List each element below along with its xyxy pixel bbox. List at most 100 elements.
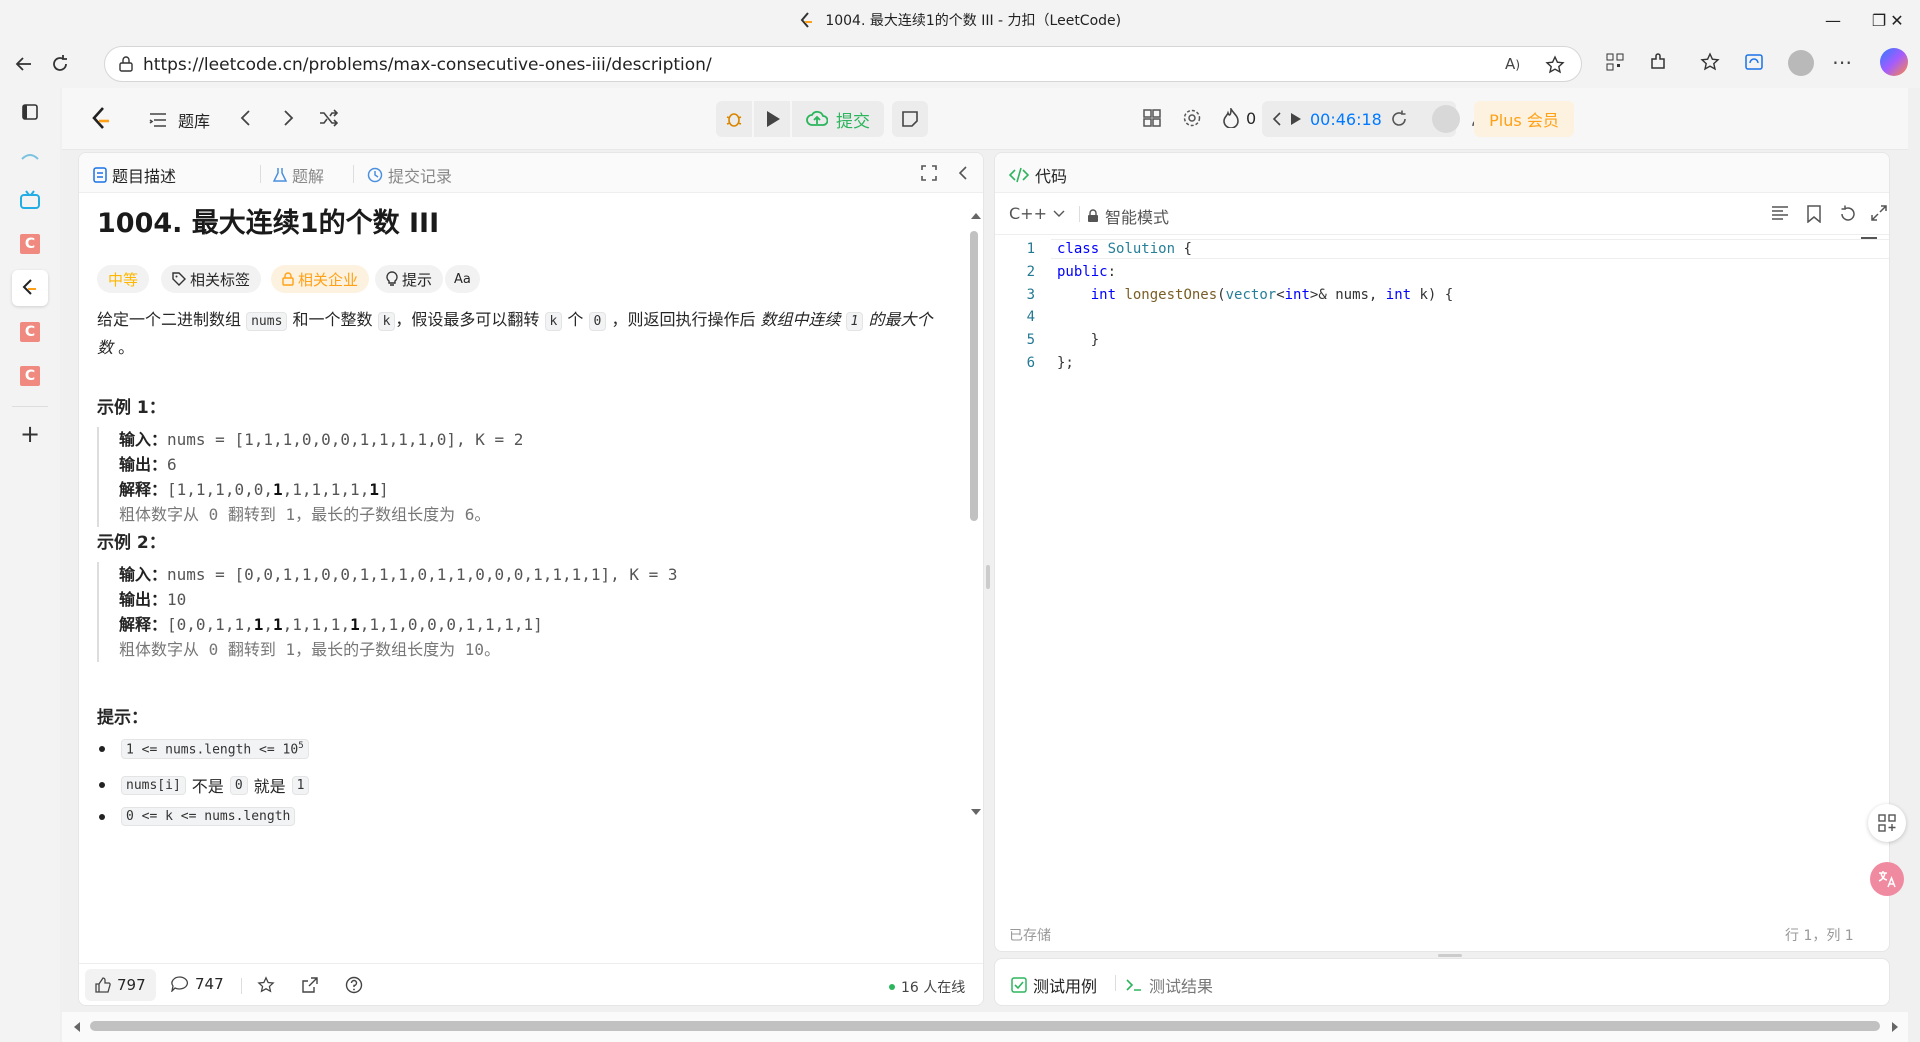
user-avatar[interactable] xyxy=(1432,105,1460,133)
hints-title: 提示： xyxy=(97,708,148,728)
edge-collections-icon[interactable] xyxy=(1744,52,1764,72)
problem-footer: 797 747 16 人在线 xyxy=(79,963,983,1005)
address-bar[interactable]: https://leetcode.cn/problems/max-consecu… xyxy=(104,46,1582,82)
reset-code-icon[interactable] xyxy=(1839,205,1857,223)
line-number: 1 xyxy=(1026,241,1035,257)
notes-button[interactable] xyxy=(892,101,928,137)
chevron-down-icon xyxy=(1053,210,1065,218)
submit-label: 提交 xyxy=(836,111,870,132)
debug-button[interactable] xyxy=(716,101,752,137)
site-info-icon[interactable] xyxy=(117,55,135,73)
bilibili-icon[interactable] xyxy=(12,182,48,218)
add-sidebar-icon[interactable]: + xyxy=(12,416,48,452)
window-title: 1004. 最大连续1的个数 III - 力扣（LeetCode) xyxy=(825,13,1122,29)
hint-button[interactable]: 提示 xyxy=(375,265,444,293)
refresh-icon[interactable] xyxy=(46,50,74,78)
example-2-title: 示例 2： xyxy=(97,533,166,553)
next-problem-icon[interactable] xyxy=(280,108,296,128)
timer-play-icon[interactable] xyxy=(1290,112,1302,126)
tab-solutions-label: 题解 xyxy=(292,167,325,186)
document-icon xyxy=(93,167,107,183)
streak-counter[interactable]: 0 xyxy=(1222,108,1256,128)
terminal-icon xyxy=(1125,977,1143,993)
history-icon xyxy=(367,167,383,183)
close-window-button[interactable]: ✕ xyxy=(1874,0,1920,40)
sidebar-divider xyxy=(12,406,48,407)
line-number: 4 xyxy=(1026,309,1035,325)
window-titlebar: 1004. 最大连续1的个数 III - 力扣（LeetCode) — ❐ ✕ xyxy=(0,0,1920,40)
related-tags-button[interactable]: 相关标签 xyxy=(161,265,262,293)
collapse-timer-icon[interactable] xyxy=(1272,111,1282,127)
code-tab[interactable]: 代码 xyxy=(1009,163,1067,187)
scroll-thumb[interactable] xyxy=(970,231,978,521)
extensions-icon[interactable] xyxy=(1648,52,1668,72)
code-editor[interactable]: 1 2 3 4 5 6 class Solution { public: int… xyxy=(995,235,1889,885)
problem-content: 1004. 最大连续1的个数 III 中等 相关标签 相关企业 提示 Aa 给定… xyxy=(79,193,969,973)
tab-description[interactable]: 题目描述 xyxy=(93,163,176,187)
profile-avatar[interactable] xyxy=(1788,50,1814,76)
format-code-icon[interactable] xyxy=(1771,205,1789,221)
tab-actions-icon[interactable] xyxy=(12,94,48,130)
timer-widget[interactable]: 00:46:18 xyxy=(1262,101,1456,137)
settings-gear-icon[interactable] xyxy=(1182,108,1202,128)
translate-button[interactable]: Aa xyxy=(445,265,480,293)
problem-bank-link[interactable]: 题库 xyxy=(148,108,210,132)
tab-test-results[interactable]: 测试结果 xyxy=(1125,973,1213,997)
problem-scrollbar[interactable] xyxy=(969,213,981,817)
add-favorite-icon[interactable] xyxy=(1545,55,1565,75)
url-text: https://leetcode.cn/problems/max-consecu… xyxy=(143,55,712,75)
sidebar-c-icon-1[interactable]: C xyxy=(12,226,48,262)
submit-button[interactable]: 提交 xyxy=(792,101,884,137)
plus-member-button[interactable]: Plus 会员 xyxy=(1474,101,1574,137)
collapse-panel-icon[interactable] xyxy=(957,165,969,181)
online-count: 16 人在线 xyxy=(889,977,965,997)
code-header: 代码 xyxy=(995,153,1889,193)
sidebar-c-icon-3[interactable]: C xyxy=(12,358,48,394)
comments-button[interactable]: 747 xyxy=(171,975,224,993)
help-icon[interactable] xyxy=(345,976,363,994)
tab-description-label: 题目描述 xyxy=(112,167,177,186)
sidebar-c-icon-2[interactable]: C xyxy=(12,314,48,350)
translate-float-icon[interactable] xyxy=(1870,862,1904,896)
favorites-icon[interactable] xyxy=(1700,52,1720,72)
bookmark-icon[interactable] xyxy=(1807,205,1821,223)
horizontal-scroll-thumb[interactable] xyxy=(90,1021,1880,1031)
language-select[interactable]: C++ xyxy=(1009,204,1065,223)
online-dot xyxy=(889,984,895,990)
add-widget-button[interactable] xyxy=(1868,804,1906,842)
editor-resize-handle[interactable] xyxy=(1438,954,1462,957)
fullscreen-icon[interactable] xyxy=(921,165,937,181)
page-horizontal-scrollbar[interactable] xyxy=(62,1012,1908,1042)
expand-editor-icon[interactable] xyxy=(1871,205,1887,221)
smart-mode-toggle[interactable]: 智能模式 xyxy=(1087,204,1169,228)
sidebar-app-icon[interactable] xyxy=(12,138,48,174)
problem-description: 给定一个二进制数组 nums 和一个整数 k ，假设最多可以翻转 k 个 0 ，则… xyxy=(97,310,933,357)
more-options-icon[interactable]: ⋯ xyxy=(1832,50,1852,74)
prev-problem-icon[interactable] xyxy=(238,108,254,128)
code-panel: 代码 C++ 智能模式 1 2 3 4 5 6 class Solution {… xyxy=(994,152,1890,952)
problem-title[interactable]: 1004. 最大连续1的个数 III xyxy=(97,201,439,240)
difficulty-badge: 中等 xyxy=(97,265,150,293)
qr-code-icon[interactable] xyxy=(1605,52,1625,72)
leetcode-home-icon[interactable] xyxy=(90,106,112,132)
run-button[interactable] xyxy=(754,101,790,137)
like-button[interactable]: 797 xyxy=(85,969,156,1001)
tab-submissions[interactable]: 提交记录 xyxy=(367,163,452,187)
layout-icon[interactable] xyxy=(1142,108,1162,128)
share-icon[interactable] xyxy=(301,976,319,994)
panel-resize-handle[interactable] xyxy=(986,565,990,589)
read-aloud-icon[interactable]: A) xyxy=(1505,55,1520,73)
sidebar-leetcode-icon[interactable] xyxy=(12,270,48,306)
tag-icon xyxy=(172,272,186,286)
copilot-icon[interactable] xyxy=(1880,48,1908,76)
random-problem-icon[interactable] xyxy=(318,108,340,128)
back-icon[interactable] xyxy=(10,50,38,78)
timer-reset-icon[interactable] xyxy=(1390,110,1408,128)
tab-solutions[interactable]: 题解 xyxy=(273,163,324,187)
problem-panel: 题目描述 题解 提交记录 1004. 最大连续1的个数 III 中等 相关标签 … xyxy=(78,152,984,1006)
related-companies-button[interactable]: 相关企业 xyxy=(271,265,370,293)
minimize-button[interactable]: — xyxy=(1810,0,1856,40)
saved-status: 已存储 xyxy=(1009,928,1051,944)
star-icon[interactable] xyxy=(257,976,275,994)
tab-testcases[interactable]: 测试用例 xyxy=(1011,973,1097,997)
